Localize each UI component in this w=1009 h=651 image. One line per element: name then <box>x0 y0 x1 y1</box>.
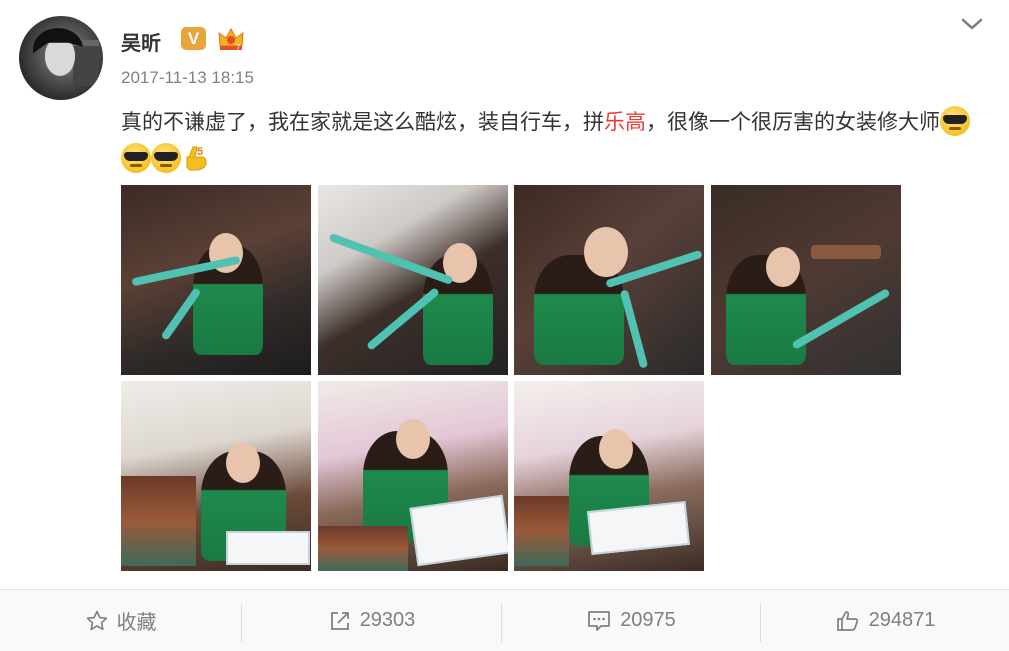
favorite-button[interactable]: 收藏 <box>0 590 241 651</box>
svg-text:5: 5 <box>197 146 203 158</box>
comment-bubble-icon <box>588 610 611 631</box>
post-text-part: ，很像一个很厉害的女装修大师 <box>646 110 940 134</box>
cool-sunglasses-emoji-icon <box>151 143 181 173</box>
topic-link-lego[interactable]: 乐高 <box>604 110 646 134</box>
crown-badge-icon[interactable]: 7 <box>217 26 245 52</box>
action-bar: 收藏 29303 20975 294871 <box>0 590 1009 651</box>
avatar[interactable] <box>19 16 103 100</box>
like-count: 294871 <box>868 609 936 631</box>
like-button[interactable]: 294871 <box>761 590 1009 651</box>
avatar-face <box>45 38 75 76</box>
photo-thumbnail[interactable] <box>121 381 311 571</box>
five-hand-emoji-icon: 5 <box>186 146 207 171</box>
photo-thumbnail[interactable] <box>711 185 901 375</box>
cool-sunglasses-emoji-icon <box>940 106 970 136</box>
avatar-background-building <box>73 40 99 86</box>
comment-button[interactable]: 20975 <box>502 590 760 651</box>
photo-thumbnail[interactable] <box>121 185 311 375</box>
post-text-part: 真的不谦虚了，我在家就是这么酷炫，装自行车，拼 <box>121 110 604 134</box>
thumbs-up-icon <box>836 610 858 631</box>
post-timestamp[interactable]: 2017-11-13 18:15 <box>121 68 254 88</box>
author-name[interactable]: 吴昕 <box>121 27 161 56</box>
star-icon <box>86 610 107 630</box>
photo-thumbnail[interactable] <box>514 381 704 571</box>
comment-count: 20975 <box>620 609 676 631</box>
verified-badge-icon[interactable]: V <box>181 27 206 50</box>
chevron-down-icon[interactable] <box>957 12 987 36</box>
svg-text:7: 7 <box>236 43 241 52</box>
favorite-label: 收藏 <box>116 612 157 634</box>
repost-button[interactable]: 29303 <box>242 590 501 651</box>
cool-sunglasses-emoji-icon <box>121 143 151 173</box>
photo-thumbnail[interactable] <box>514 185 704 375</box>
repost-count: 29303 <box>359 609 416 631</box>
share-arrow-icon <box>330 611 349 630</box>
photo-grid <box>121 185 906 571</box>
photo-thumbnail[interactable] <box>318 381 508 571</box>
photo-thumbnail[interactable] <box>318 185 508 375</box>
post-text: 真的不谦虚了，我在家就是这么酷炫，装自行车，拼乐高，很像一个很厉害的女装修大师 … <box>121 104 991 178</box>
